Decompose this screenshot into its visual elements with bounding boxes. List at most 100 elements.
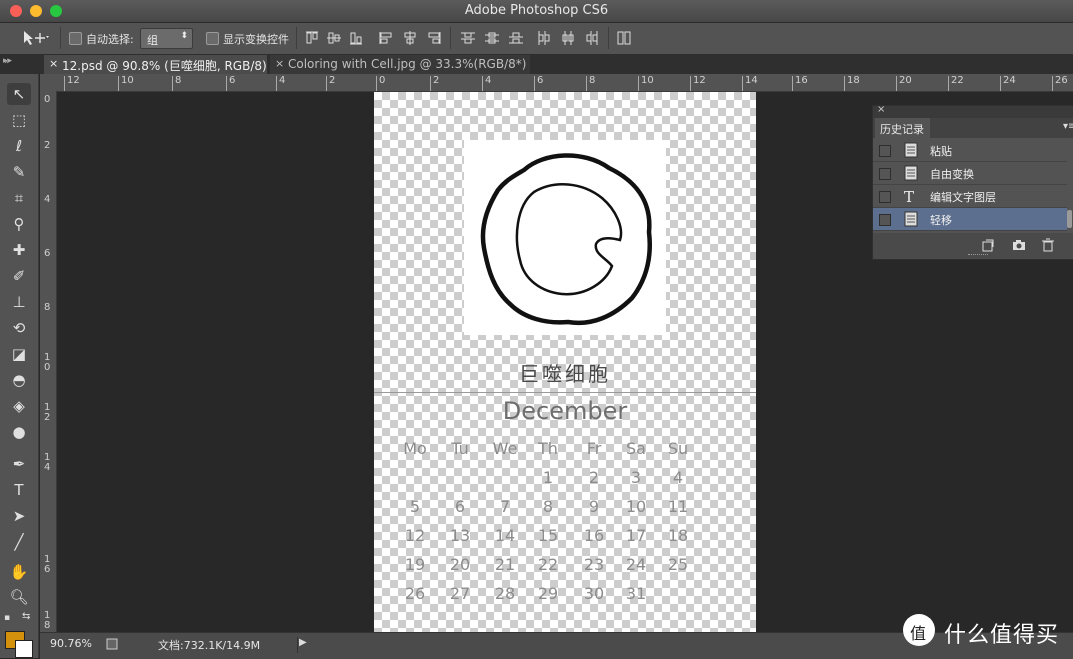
zoom-level[interactable]: 90.76% [50,637,92,650]
align-left-edges-icon[interactable] [378,30,394,46]
calendar-day: 16 [583,526,605,545]
show-transform-checkbox[interactable] [206,32,219,45]
tab-label: 12.psd @ 90.8% (巨噬细胞, RGB/8) [62,59,267,73]
horizontal-ruler[interactable]: 12 10 8 6 4 2 0 2 4 6 8 10 12 14 16 18 20 22 24 26 [56,74,1073,92]
align-top-edges-icon[interactable] [304,30,320,46]
resize-grip[interactable] [968,254,988,257]
history-state[interactable]: 粘贴 [873,139,1067,162]
distribute-horizontal-centers-icon[interactable] [560,30,576,46]
clone-stamp-tool-icon[interactable]: ⊥ [7,291,31,313]
distribute-vertical-centers-icon[interactable] [484,30,500,46]
eyedropper-tool-icon[interactable]: ⚲ [7,213,31,235]
auto-select-dropdown[interactable]: 组 ⬍ [140,28,193,49]
history-state[interactable]: T 编辑文字图层 [873,185,1067,208]
history-source-checkbox[interactable] [879,168,891,180]
calendar-day: 26 [404,584,426,603]
ruler-label: 4 [485,75,492,86]
ruler-label: 2 [329,75,336,86]
crop-tool-icon[interactable]: ⌗ [7,187,31,209]
auto-align-layers-icon[interactable] [616,30,632,46]
move-tool-preset-picker[interactable] [20,28,50,48]
scrollbar-thumb[interactable] [1067,210,1072,228]
history-source-checkbox[interactable] [879,191,891,203]
align-right-edges-icon[interactable] [426,30,442,46]
default-colors-icon[interactable]: ▪ [4,613,10,623]
distribute-right-edges-icon[interactable] [584,30,600,46]
calendar-day: 17 [625,526,647,545]
vertical-ruler[interactable]: 0 2 4 6 8 1 0 1 2 1 4 1 6 1 8 [40,91,57,632]
tab-12-psd[interactable]: × 12.psd @ 90.8% (巨噬细胞, RGB/8) [44,55,267,74]
distribute-top-edges-icon[interactable] [460,30,476,46]
history-source-checkbox[interactable] [879,145,891,157]
status-menu-arrow-icon[interactable]: ▶ [299,637,307,648]
eraser-tool-icon[interactable]: ◪ [7,343,31,365]
history-state[interactable]: 自由变换 [873,162,1067,185]
type-tool-icon[interactable]: T [7,479,31,501]
close-tab-icon[interactable]: × [49,57,58,70]
close-panel-icon[interactable]: × [877,104,885,115]
history-state[interactable]: 轻移 [873,208,1067,231]
pen-tool-icon[interactable]: ✒ [7,453,31,475]
guide-line[interactable] [374,392,756,393]
history-state-label: 编辑文字图层 [930,191,996,204]
dodge-tool-icon[interactable]: ● [7,421,31,443]
zoom-tool-icon[interactable]: 🔍︎ [7,586,31,608]
marquee-tool-icon[interactable]: ⬚ [7,109,31,131]
history-state-label: 轻移 [930,214,952,227]
ruler-tick [326,76,327,91]
ruler-tick [172,76,173,91]
trash-icon[interactable] [1041,238,1055,252]
calendar-day: 4 [672,468,684,487]
align-horizontal-centers-icon[interactable] [402,30,418,46]
ruler-tick [948,76,949,91]
quick-selection-tool-icon[interactable]: ✎ [7,161,31,183]
history-brush-tool-icon[interactable]: ⟲ [7,317,31,339]
distribute-left-edges-icon[interactable] [536,30,552,46]
ruler-label: 1 8 [44,610,51,631]
panel-menu-icon[interactable]: ▾≡ [1063,121,1073,132]
calendar-day: 24 [625,555,647,574]
ruler-label: 6 [537,75,544,86]
distribute-bottom-edges-icon[interactable] [508,30,524,46]
paint-bucket-tool-icon[interactable]: ◓ [7,369,31,391]
toolbar-grip: ▸▸ [3,56,13,66]
background-color-swatch[interactable] [15,640,33,658]
new-document-from-state-icon[interactable] [981,238,995,252]
history-tab-label: 历史记录 [880,123,924,136]
ruler-origin[interactable] [40,74,56,91]
ruler-label: 16 [795,75,808,86]
tab-history[interactable]: 历史记录 [875,118,930,138]
swap-colors-icon[interactable]: ⇆ [22,611,30,622]
healing-brush-tool-icon[interactable]: ✚ [7,239,31,261]
ruler-tick [534,76,535,91]
calendar-day: 23 [583,555,605,574]
align-vertical-centers-icon[interactable] [326,30,342,46]
lasso-tool-icon[interactable]: ℓ [7,135,31,157]
line-tool-icon[interactable]: ╱ [7,531,31,553]
move-tool-icon[interactable]: ↖ [7,83,31,105]
ruler-label: 22 [951,75,964,86]
calendar-day: 25 [667,555,689,574]
ruler-label: 8 [589,75,596,86]
auto-select-checkbox[interactable] [69,32,82,45]
ruler-tick [586,76,587,91]
calendar-day: 31 [625,584,647,603]
blur-tool-icon[interactable]: ◈ [7,395,31,417]
ruler-label: 12 [67,75,80,86]
panel-header: × [873,104,1073,118]
export-icon[interactable] [106,638,118,650]
document-canvas[interactable]: 巨噬细胞 December Mo Tu We Th Fr Sa Su 1 2 3 4 5 6 7 8 9 10 1… [374,92,756,632]
align-bottom-edges-icon[interactable] [348,30,364,46]
divider [450,27,451,49]
path-selection-tool-icon[interactable]: ➤ [7,505,31,527]
hand-tool-icon[interactable]: ✋ [7,561,31,583]
tab-coloring-with-cell[interactable]: × Coloring with Cell.jpg @ 33.3%(RGB/8*) [270,55,530,74]
history-source-checkbox[interactable] [879,214,891,226]
weekday-label: Mo [403,439,427,458]
ruler-tick [1052,76,1053,91]
ruler-label: 6 [44,248,51,259]
close-tab-icon[interactable]: × [275,57,284,70]
brush-tool-icon[interactable]: ✐ [7,265,31,287]
divider [297,637,298,653]
camera-icon[interactable] [1012,238,1026,252]
